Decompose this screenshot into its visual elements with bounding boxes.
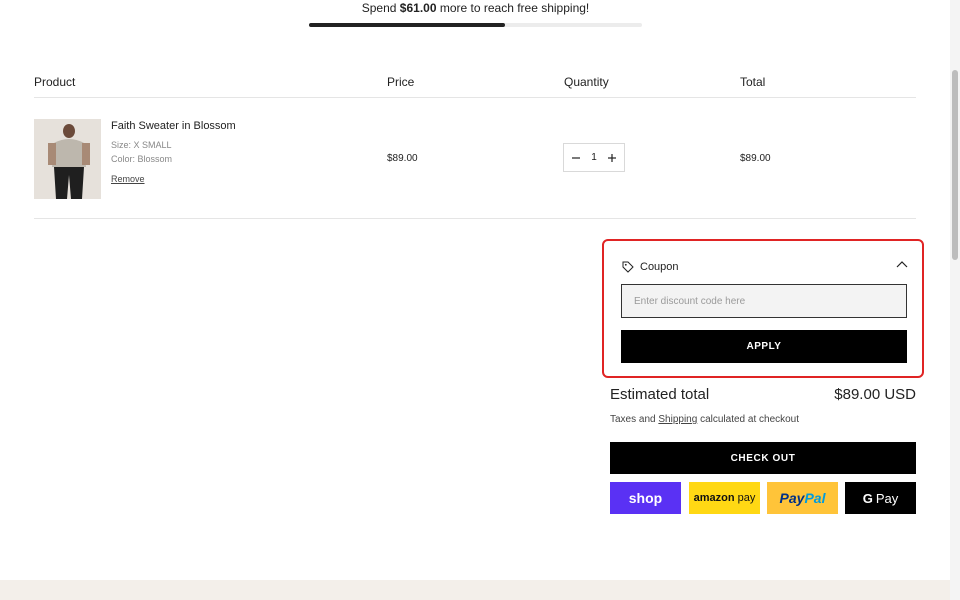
cart-item-row: Faith Sweater in Blossom Size: X SMALL C…: [34, 99, 916, 219]
item-total: $89.00: [740, 153, 771, 164]
footer-band: [0, 580, 950, 600]
checkout-button[interactable]: CHECK OUT: [610, 442, 916, 474]
product-color: Color: Blossom: [111, 154, 173, 164]
google-pay-button[interactable]: G Pay: [845, 482, 916, 514]
product-size: Size: X SMALL: [111, 140, 172, 150]
amazon-pay-button[interactable]: amazon pay: [689, 482, 760, 514]
free-shipping-prefix: Spend: [361, 1, 400, 15]
free-shipping-progress-bar: [309, 23, 642, 27]
free-shipping-message: Spend $61.00 more to reach free shipping…: [309, 0, 642, 16]
page-scrollbar[interactable]: [950, 0, 960, 600]
shop-pay-button[interactable]: shop: [610, 482, 681, 514]
free-shipping-progress-fill: [309, 23, 506, 27]
estimated-total-value: $89.00 USD: [834, 386, 916, 403]
product-image[interactable]: [34, 119, 101, 199]
paypal-button[interactable]: Pay Pal: [767, 482, 838, 514]
tax-note: Taxes and Shipping calculated at checkou…: [610, 414, 799, 425]
coupon-title: Coupon: [640, 261, 679, 273]
header-price: Price: [387, 75, 415, 89]
header-total: Total: [740, 75, 766, 89]
increase-quantity-button[interactable]: [606, 152, 618, 164]
tax-prefix: Taxes and: [610, 414, 659, 425]
chevron-up-icon[interactable]: [896, 260, 908, 268]
plus-icon: [608, 153, 616, 162]
free-shipping-amount: $61.00: [399, 1, 437, 15]
header-product: Product: [34, 75, 76, 89]
remove-link[interactable]: Remove: [111, 174, 145, 184]
decrease-quantity-button[interactable]: [570, 152, 582, 164]
coupon-header[interactable]: Coupon: [622, 257, 908, 277]
quantity-stepper: 1: [563, 143, 625, 172]
cart-table-header: Product Price Quantity Total: [34, 70, 916, 98]
scrollbar-thumb[interactable]: [952, 70, 958, 260]
amazon-logo: amazon: [693, 492, 735, 504]
google-pay-text: Pay: [875, 490, 899, 506]
quantity-value[interactable]: 1: [591, 152, 597, 163]
product-name[interactable]: Faith Sweater in Blossom: [111, 120, 236, 132]
tax-suffix: calculated at checkout: [697, 414, 800, 425]
paypal-logo-part-1: Pay: [779, 490, 805, 506]
amazon-pay-text: pay: [737, 492, 756, 504]
paypal-logo-part-2: Pal: [804, 490, 826, 506]
item-price: $89.00: [387, 153, 418, 164]
minus-icon: [572, 156, 580, 159]
estimated-total-label: Estimated total: [610, 386, 710, 403]
shop-pay-logo: shop: [628, 490, 663, 506]
shipping-link[interactable]: Shipping: [658, 414, 697, 425]
tag-icon: [622, 261, 634, 273]
google-g-icon: G: [862, 490, 873, 506]
discount-code-input[interactable]: [621, 284, 907, 318]
header-quantity: Quantity: [564, 75, 609, 89]
apply-button[interactable]: APPLY: [621, 330, 907, 363]
free-shipping-suffix: more to reach free shipping!: [436, 1, 590, 15]
coupon-section: Coupon APPLY: [602, 239, 924, 378]
